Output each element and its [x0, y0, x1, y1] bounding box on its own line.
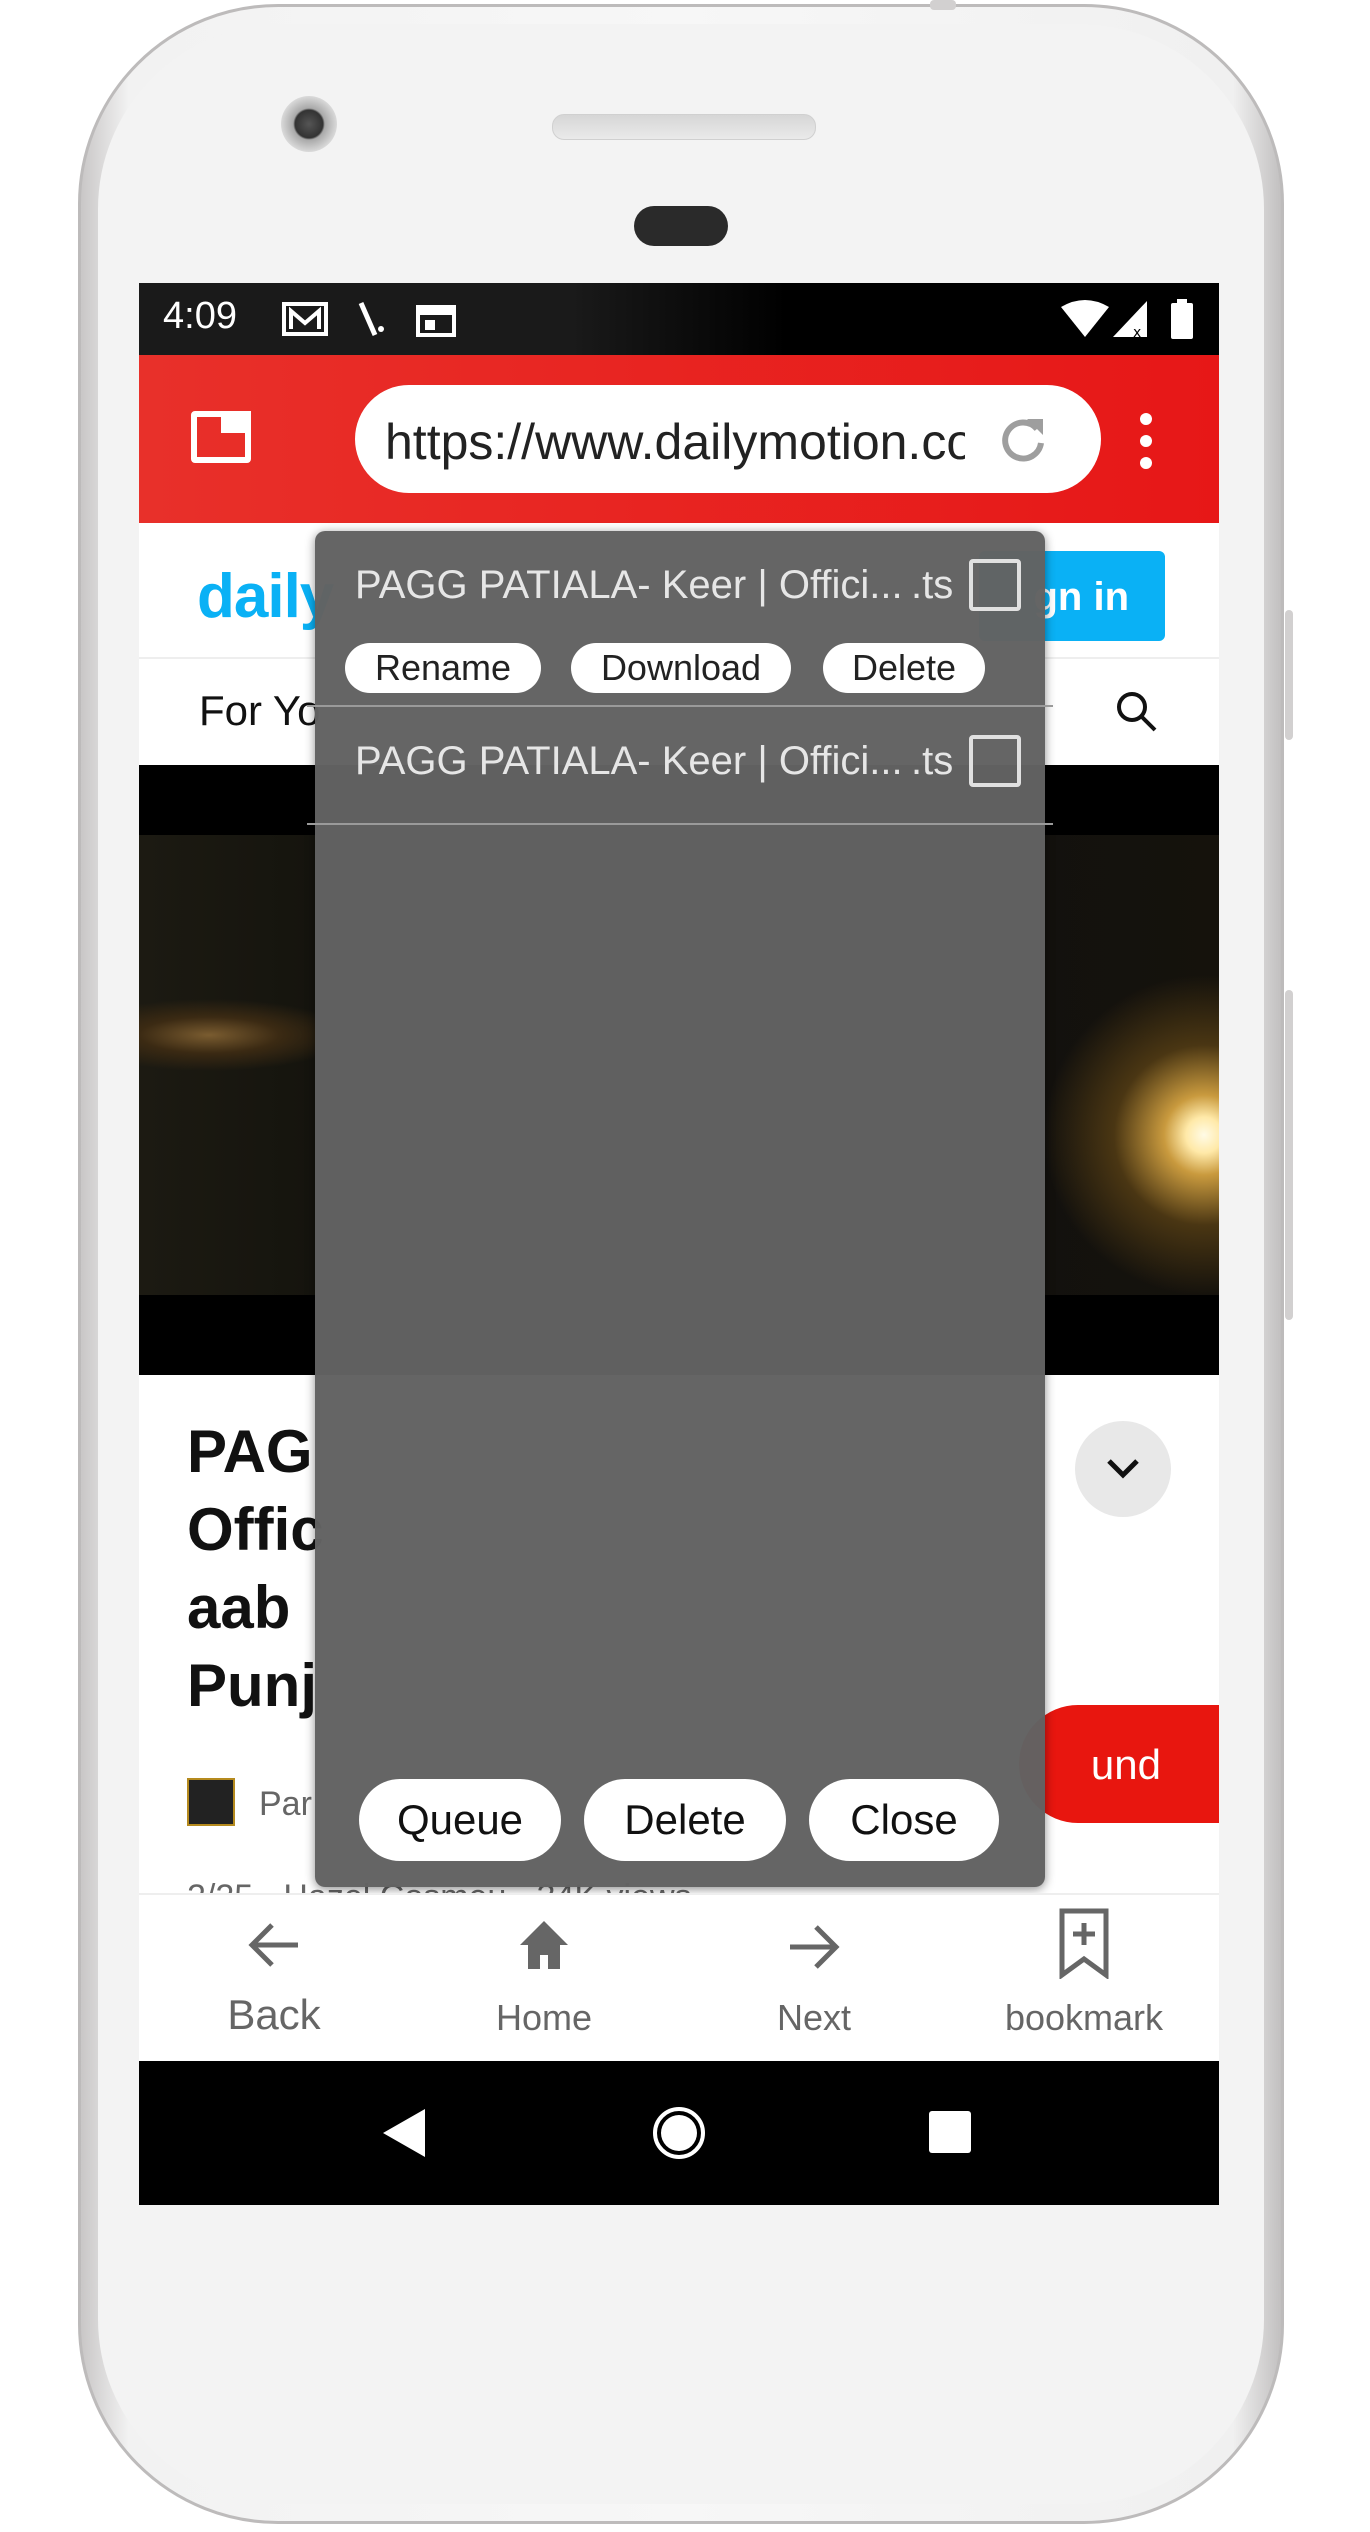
power-button — [1285, 610, 1293, 740]
screen: 4:09 x https://www.dailymotion.co daily … — [139, 283, 1219, 2205]
close-button[interactable]: Close — [809, 1779, 999, 1861]
mail-icon — [282, 302, 328, 336]
tabs-icon-corner — [221, 411, 251, 433]
channel-name[interactable]: Par — [259, 1785, 312, 1824]
home-icon — [520, 1921, 568, 1969]
delete-all-button[interactable]: Delete — [584, 1779, 786, 1861]
file-checkbox[interactable] — [969, 735, 1021, 787]
speaker-grill — [552, 114, 816, 140]
nav-back-label: Back — [227, 1991, 321, 2038]
download-button[interactable]: Download — [571, 643, 791, 693]
url-bar[interactable]: https://www.dailymotion.com/video/x7tw7i… — [355, 385, 1101, 493]
site-logo[interactable]: daily — [197, 561, 334, 632]
proximity-sensor — [634, 206, 728, 246]
channel-avatar[interactable] — [187, 1778, 235, 1826]
nav-bookmark-label: bookmark — [1004, 1997, 1164, 2038]
queue-button[interactable]: Queue — [359, 1779, 561, 1861]
top-port — [930, 0, 956, 10]
system-home-icon[interactable] — [651, 2105, 707, 2161]
system-back-icon[interactable] — [381, 2107, 427, 2159]
nav-home-label: Home — [495, 1997, 593, 2038]
download-dialog: PAGG PATIALA- Keer | Offici... .ts Renam… — [307, 531, 1053, 1887]
cell-signal-icon: x — [1113, 301, 1147, 339]
file-row[interactable]: PAGG PATIALA- Keer | Offici... .ts — [315, 707, 1045, 823]
divider — [307, 823, 1053, 825]
file-extension: .ts — [911, 563, 954, 607]
nav-next-label: Next — [776, 1997, 852, 2038]
tabs-icon[interactable] — [191, 411, 251, 463]
calendar-icon — [416, 305, 456, 337]
volume-button — [1285, 990, 1293, 1320]
battery-icon — [1171, 299, 1193, 339]
follow-button[interactable]: und — [1019, 1705, 1219, 1823]
status-time: 4:09 — [163, 295, 237, 337]
nav-home[interactable]: Home — [409, 1895, 679, 2063]
nav-back[interactable]: Back — [139, 1895, 409, 2063]
chevron-down-icon — [1107, 1459, 1139, 1479]
file-row[interactable]: PAGG PATIALA- Keer | Offici... .ts Renam… — [315, 531, 1045, 705]
arrow-forward-icon — [790, 1925, 840, 1969]
signal-tool-icon — [358, 301, 384, 337]
file-extension: .ts — [911, 739, 954, 783]
reload-icon[interactable] — [997, 413, 1049, 465]
system-recents-icon[interactable] — [927, 2109, 973, 2155]
svg-text:x: x — [1133, 325, 1141, 339]
front-camera — [281, 96, 337, 152]
delete-file-button[interactable]: Delete — [823, 643, 985, 693]
nav-bookmark[interactable]: bookmark — [949, 1895, 1219, 2063]
file-name: PAGG PATIALA- Keer | Offici... — [355, 563, 903, 607]
wifi-icon — [1061, 300, 1109, 337]
bookmark-add-icon — [1059, 1908, 1109, 1979]
search-icon[interactable] — [1114, 689, 1158, 733]
arrow-back-icon — [248, 1923, 298, 1967]
browser-toolbar: https://www.dailymotion.com/video/x7tw7i… — [139, 355, 1219, 523]
status-bar: 4:09 x — [139, 283, 1219, 355]
url-text[interactable]: https://www.dailymotion.com/video/x7tw7i… — [385, 413, 965, 471]
file-checkbox[interactable] — [969, 559, 1021, 611]
bottom-nav: Back Home Next bookmark — [139, 1893, 1219, 2063]
file-name: PAGG PATIALA- Keer | Offici... — [355, 739, 903, 783]
system-nav-bar — [139, 2061, 1219, 2205]
nav-next[interactable]: Next — [679, 1895, 949, 2063]
rename-button[interactable]: Rename — [345, 643, 541, 693]
overflow-menu-icon[interactable] — [1139, 413, 1153, 469]
for-you-tab[interactable]: For Yo — [199, 687, 320, 735]
expand-description-button[interactable] — [1075, 1421, 1171, 1517]
